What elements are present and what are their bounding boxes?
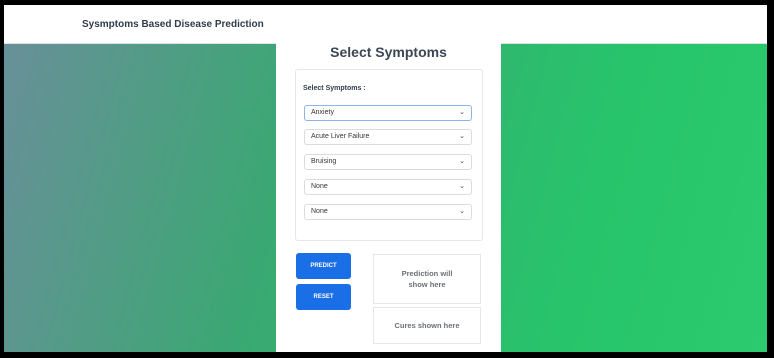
symptoms-label: Select Symptoms :	[303, 85, 366, 92]
symptom-select-value: None	[311, 208, 328, 215]
predict-button[interactable]: PREDICT	[296, 253, 351, 279]
app-frame: Sysmptoms Based Disease Prediction Selec…	[4, 5, 767, 352]
chevron-down-icon: ⌄	[459, 133, 465, 140]
symptom-form: Select Symptoms : Anxiety ⌄ Acute Liver …	[295, 69, 483, 241]
symptom-select-value: Anxiety	[311, 109, 334, 116]
cures-output: Cures shown here	[373, 307, 481, 344]
brand-title[interactable]: Sysmptoms Based Disease Prediction	[82, 19, 264, 30]
symptom-select-5[interactable]: None ⌄	[304, 204, 472, 220]
symptom-select-2[interactable]: Acute Liver Failure ⌄	[304, 129, 472, 145]
chevron-down-icon: ⌄	[459, 158, 465, 165]
chevron-down-icon: ⌄	[459, 109, 465, 116]
chevron-down-icon: ⌄	[459, 208, 465, 215]
chevron-down-icon: ⌄	[459, 183, 465, 190]
reset-button[interactable]: RESET	[296, 284, 351, 310]
page-title: Select Symptoms	[330, 44, 447, 60]
symptom-select-3[interactable]: Bruising ⌄	[304, 154, 472, 170]
symptom-select-1[interactable]: Anxiety ⌄	[304, 105, 472, 121]
symptom-select-value: Acute Liver Failure	[311, 133, 370, 140]
prediction-output: Prediction will show here	[373, 254, 481, 304]
symptom-select-value: Bruising	[311, 158, 337, 165]
symptom-select-value: None	[311, 183, 328, 190]
symptom-select-4[interactable]: None ⌄	[304, 179, 472, 195]
symptoms-card: Select Symptoms Select Symptoms : Anxiet…	[276, 36, 501, 352]
